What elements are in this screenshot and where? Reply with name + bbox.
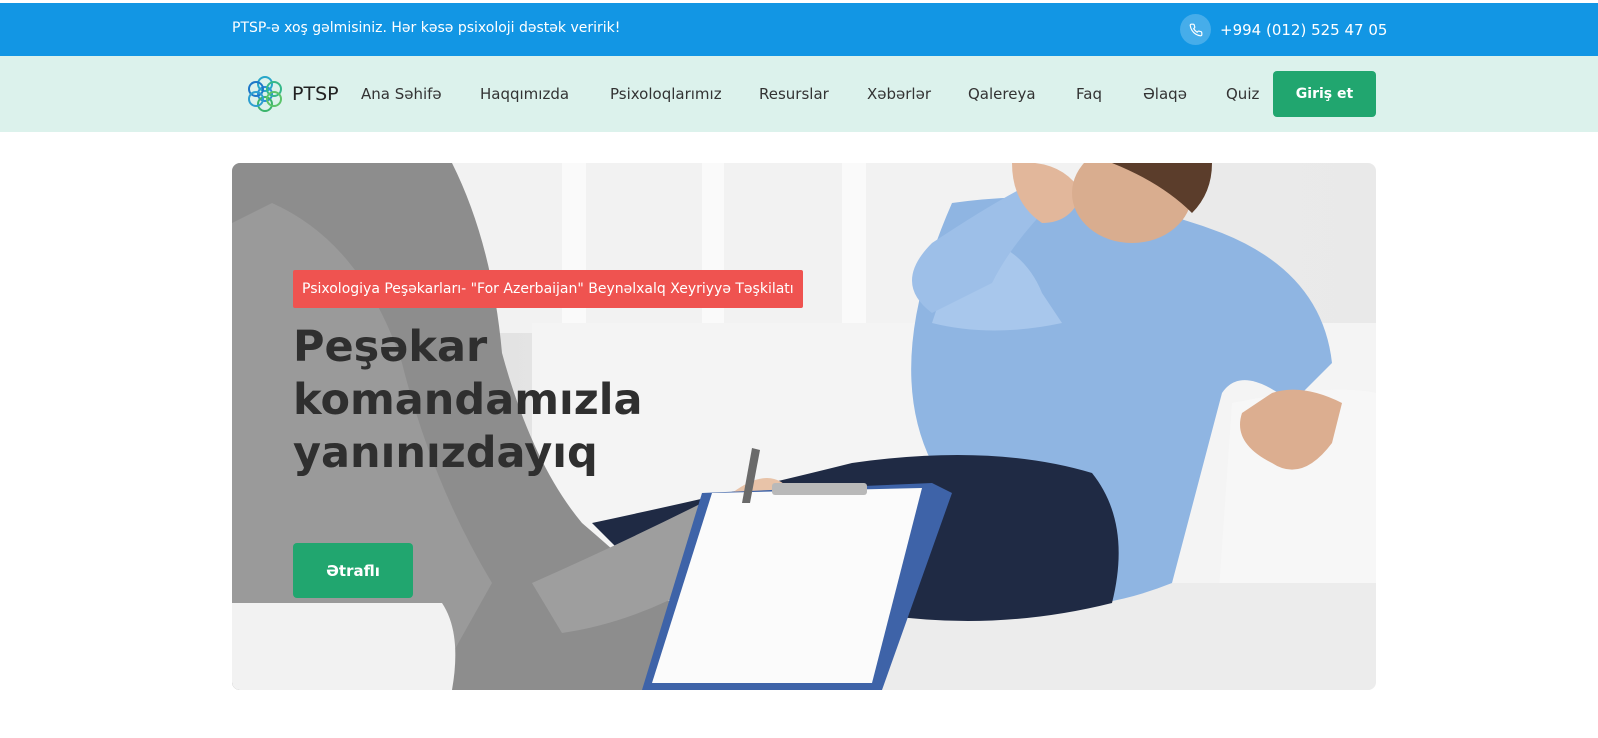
phone-number[interactable]: +994 (012) 525 47 05: [1220, 21, 1387, 39]
nav-item-gallery[interactable]: Qalereya: [968, 85, 1036, 103]
nav-item-quiz[interactable]: Quiz: [1226, 85, 1259, 103]
hero-title: Peşəkar komandamızla yanınızdayıq: [293, 322, 643, 478]
welcome-text: PTSP-ə xoş gəlmisiniz. Hər kəsə psixoloj…: [232, 20, 621, 36]
brand-name: PTSP: [292, 83, 339, 105]
nav-item-news[interactable]: Xəbərlər: [867, 85, 931, 103]
nav-item-about[interactable]: Haqqımızda: [480, 85, 569, 103]
login-button[interactable]: Giriş et: [1273, 71, 1376, 117]
phone-icon: [1180, 14, 1211, 45]
phone-contact[interactable]: +994 (012) 525 47 05: [1180, 14, 1387, 45]
ptsp-logo-icon: [248, 76, 282, 112]
nav-item-psychologists[interactable]: Psixoloqlarımız: [610, 85, 722, 103]
nav-item-contact[interactable]: Əlaqə: [1143, 85, 1187, 103]
nav-item-home[interactable]: Ana Səhifə: [361, 85, 442, 103]
top-info-bar: PTSP-ə xoş gəlmisiniz. Hər kəsə psixoloj…: [0, 3, 1598, 56]
hero-banner: Psixologiya Peşəkarları- "For Azerbaijan…: [232, 163, 1376, 690]
organization-badge: Psixologiya Peşəkarları- "For Azerbaijan…: [293, 270, 803, 308]
brand-logo[interactable]: PTSP: [244, 72, 339, 116]
main-navbar: PTSP Ana Səhifə Haqqımızda Psixoloqlarım…: [0, 56, 1598, 132]
more-info-button[interactable]: Ətraflı: [293, 543, 413, 598]
nav-item-resources[interactable]: Resurslar: [759, 85, 829, 103]
nav-item-faq[interactable]: Faq: [1076, 85, 1102, 103]
